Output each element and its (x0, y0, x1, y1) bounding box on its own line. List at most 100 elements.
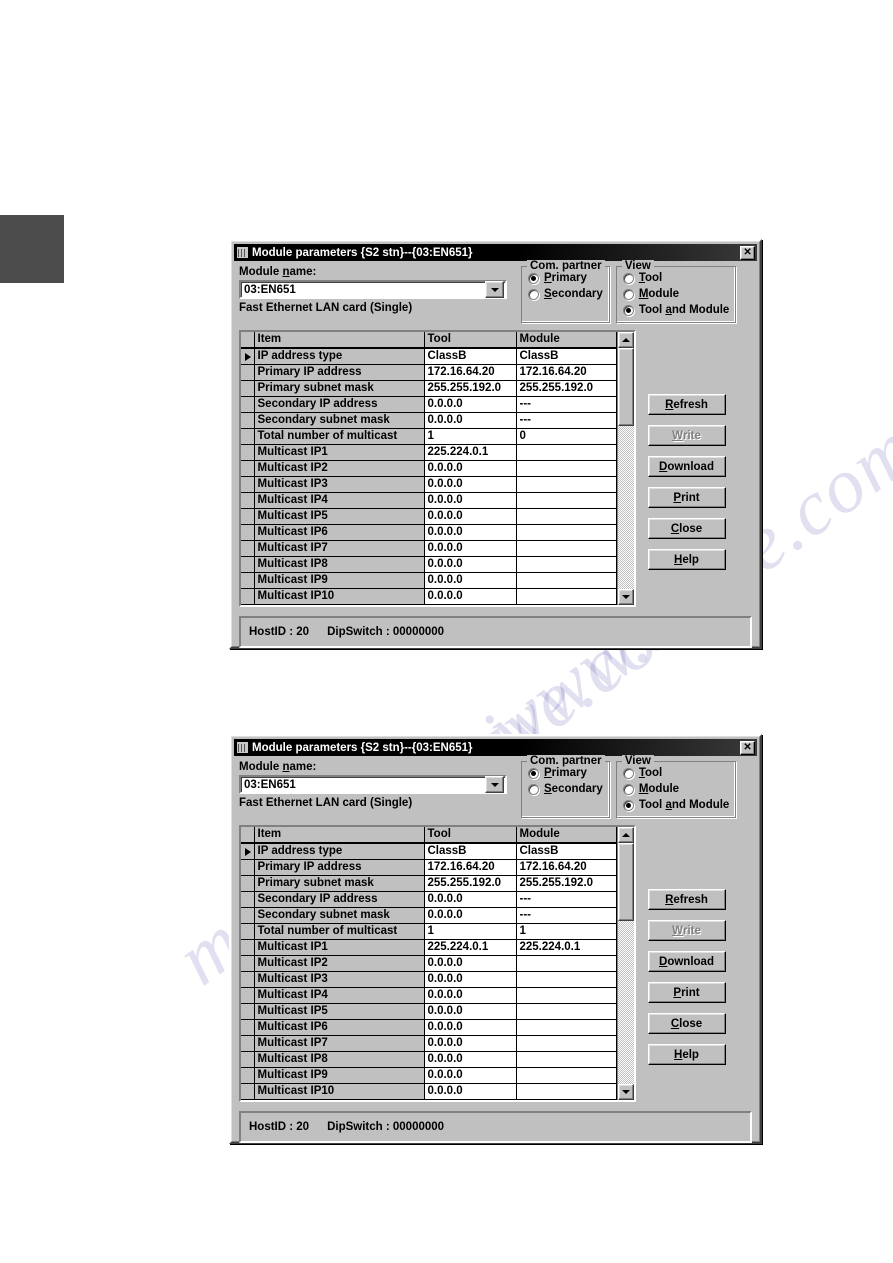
table-row[interactable]: IP address type ClassB ClassB (241, 843, 617, 860)
scrollbar-track[interactable] (617, 843, 634, 1084)
table-row[interactable]: Multicast IP1 225.224.0.1 225.224.0.1 (241, 939, 617, 956)
cell-tool[interactable]: 0.0.0.0 (424, 1083, 517, 1100)
cell-tool[interactable]: 0.0.0.0 (424, 396, 517, 413)
cell-item[interactable]: Secondary subnet mask (254, 412, 425, 429)
cell-module[interactable]: ClassB (516, 348, 617, 365)
cell-item[interactable]: Multicast IP9 (254, 572, 425, 589)
close-icon[interactable]: ✕ (740, 740, 755, 755)
cell-module[interactable] (516, 1035, 617, 1052)
cell-tool[interactable]: 0.0.0.0 (424, 1003, 517, 1020)
refresh-button[interactable]: Refresh (647, 889, 726, 910)
table-row[interactable]: Secondary IP address 0.0.0.0 --- (241, 891, 617, 908)
cell-tool[interactable]: 0.0.0.0 (424, 476, 517, 493)
close-button[interactable]: Close (647, 1013, 726, 1034)
table-row[interactable]: Multicast IP3 0.0.0.0 (241, 476, 617, 493)
cell-module[interactable] (516, 1067, 617, 1084)
cell-module[interactable] (516, 524, 617, 541)
row-selector-cell[interactable] (241, 572, 255, 589)
row-selector-cell[interactable] (241, 923, 255, 940)
close-button[interactable]: Close (647, 518, 726, 539)
cell-item[interactable]: Secondary subnet mask (254, 907, 425, 924)
table-row[interactable]: Primary subnet mask 255.255.192.0 255.255.… (241, 875, 617, 892)
row-selector-cell[interactable] (241, 492, 255, 509)
row-selector-cell[interactable] (241, 1051, 255, 1068)
cell-tool[interactable]: 0.0.0.0 (424, 971, 517, 988)
cell-item[interactable]: Multicast IP5 (254, 508, 425, 525)
table-row[interactable]: Multicast IP7 0.0.0.0 (241, 1035, 617, 1052)
table-row[interactable]: Multicast IP9 0.0.0.0 (241, 1067, 617, 1084)
cell-tool[interactable]: 255.255.192.0 (424, 875, 517, 892)
cell-module[interactable] (516, 971, 617, 988)
table-row[interactable]: Multicast IP5 0.0.0.0 (241, 508, 617, 525)
cell-item[interactable]: Multicast IP5 (254, 1003, 425, 1020)
cell-module[interactable]: --- (516, 412, 617, 429)
table-row[interactable]: Multicast IP6 0.0.0.0 (241, 524, 617, 541)
row-selector-cell[interactable] (241, 508, 255, 525)
cell-tool[interactable]: 0.0.0.0 (424, 891, 517, 908)
row-selector-cell[interactable] (241, 412, 255, 429)
column-header-item[interactable]: Item (254, 332, 425, 349)
row-selector-cell[interactable] (241, 460, 255, 477)
row-selector-cell[interactable] (241, 1019, 255, 1036)
cell-module[interactable]: 255.255.192.0 (516, 875, 617, 892)
column-header-module[interactable]: Module (516, 332, 617, 349)
cell-module[interactable]: 0 (516, 428, 617, 445)
row-selector-cell[interactable] (241, 891, 255, 908)
cell-module[interactable] (516, 460, 617, 477)
cell-tool[interactable]: ClassB (424, 348, 517, 365)
cell-module[interactable]: --- (516, 907, 617, 924)
cell-item[interactable]: Multicast IP2 (254, 955, 425, 972)
cell-module[interactable]: --- (516, 891, 617, 908)
cell-tool[interactable]: 0.0.0.0 (424, 508, 517, 525)
scroll-up-icon[interactable] (617, 332, 634, 348)
cell-item[interactable]: Secondary IP address (254, 891, 425, 908)
dialog-titlebar[interactable]: Module parameters {S2 stn}--{03:EN651} ✕ (234, 739, 757, 756)
table-row[interactable]: Multicast IP4 0.0.0.0 (241, 492, 617, 509)
row-selector-cell[interactable] (241, 859, 255, 876)
cell-tool[interactable]: 0.0.0.0 (424, 907, 517, 924)
module-parameters-dialog-2[interactable]: Module parameters {S2 stn}--{03:EN651} ✕… (229, 734, 762, 1144)
radio-view-tool-and-module[interactable]: Tool and Module (622, 797, 729, 813)
table-row[interactable]: Secondary IP address 0.0.0.0 --- (241, 396, 617, 413)
row-selector-cell[interactable] (241, 364, 255, 381)
cell-module[interactable]: 1 (516, 923, 617, 940)
scroll-down-icon[interactable] (617, 589, 634, 605)
row-selector-cell[interactable] (241, 843, 255, 860)
cell-tool[interactable]: 0.0.0.0 (424, 987, 517, 1004)
cell-module[interactable]: 225.224.0.1 (516, 939, 617, 956)
cell-item[interactable]: Multicast IP7 (254, 1035, 425, 1052)
row-selector-cell[interactable] (241, 955, 255, 972)
cell-tool[interactable]: 1 (424, 428, 517, 445)
table-row[interactable]: Multicast IP8 0.0.0.0 (241, 556, 617, 573)
cell-item[interactable]: IP address type (254, 348, 425, 365)
column-header-tool[interactable]: Tool (424, 332, 517, 349)
cell-module[interactable]: --- (516, 396, 617, 413)
radio-com-partner-secondary[interactable]: Secondary (528, 286, 603, 302)
cell-tool[interactable]: 0.0.0.0 (424, 556, 517, 573)
module-parameters-dialog-1[interactable]: Module parameters {S2 stn}--{03:EN651} ✕… (229, 239, 762, 649)
row-selector-cell[interactable] (241, 1083, 255, 1100)
cell-item[interactable]: Multicast IP7 (254, 540, 425, 557)
cell-item[interactable]: Multicast IP4 (254, 987, 425, 1004)
parameters-grid[interactable]: Item Tool Module IP address type ClassB Cl… (239, 330, 636, 607)
download-button[interactable]: Download (647, 951, 726, 972)
grid-vertical-scrollbar[interactable] (616, 332, 634, 605)
row-selector-cell[interactable] (241, 380, 255, 397)
refresh-button[interactable]: Refresh (647, 394, 726, 415)
row-selector-cell[interactable] (241, 556, 255, 573)
cell-item[interactable]: Multicast IP2 (254, 460, 425, 477)
module-name-combobox[interactable]: 03:EN651 (239, 280, 507, 299)
cell-item[interactable]: Multicast IP1 (254, 939, 425, 956)
radio-com-partner-secondary[interactable]: Secondary (528, 781, 603, 797)
cell-tool[interactable]: 0.0.0.0 (424, 1035, 517, 1052)
row-selector-cell[interactable] (241, 444, 255, 461)
column-header-tool[interactable]: Tool (424, 827, 517, 844)
row-selector-cell[interactable] (241, 476, 255, 493)
table-row[interactable]: Total number of multicast 1 1 (241, 923, 617, 940)
cell-item[interactable]: Primary IP address (254, 859, 425, 876)
print-button[interactable]: Print (647, 487, 726, 508)
table-row[interactable]: Multicast IP9 0.0.0.0 (241, 572, 617, 589)
radio-view-module[interactable]: Module (622, 781, 730, 797)
row-selector-cell[interactable] (241, 588, 255, 605)
row-selector-cell[interactable] (241, 524, 255, 541)
